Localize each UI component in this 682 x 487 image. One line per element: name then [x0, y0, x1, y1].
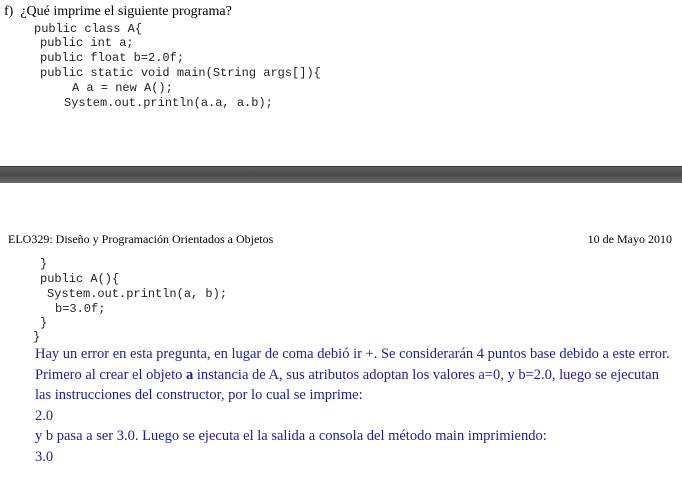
code-line: A a = new A();	[72, 81, 173, 95]
code-line: public float b=2.0f;	[40, 51, 185, 65]
code-line: }	[40, 257, 48, 271]
answer-block: Hay un error en esta pregunta, en lugar …	[35, 344, 675, 467]
code-line: b=3.0f;	[55, 302, 106, 316]
code-line: System.out.println(a.a, a.b);	[64, 96, 273, 110]
code-line: public static void main(String args[]){	[40, 66, 321, 80]
code-line: }	[40, 316, 48, 330]
code-line: System.out.println(a, b);	[47, 287, 228, 301]
answer-text: Primero al crear el objeto	[35, 366, 186, 383]
printed-value: 2.0	[35, 407, 54, 424]
answer-paragraph: Hay un error en esta pregunta, en lugar …	[35, 346, 670, 362]
page-separator	[0, 166, 682, 183]
page-date: 10 de Mayo 2010	[587, 232, 672, 246]
code-line: }	[33, 330, 41, 344]
course-title: ELO329: Diseño y Programación Orientados…	[8, 232, 274, 246]
question-text: ¿Qué imprime el siguiente programa?	[20, 4, 232, 19]
printed-value: 3.0	[35, 448, 54, 465]
answer-paragraph: y b pasa a ser 3.0. Luego se ejecuta el …	[35, 428, 547, 444]
question-heading: f) ¿Qué imprime el siguiente programa?	[4, 4, 232, 20]
code-line: public int a;	[40, 36, 134, 50]
question-label: f)	[4, 4, 14, 19]
code-line: public class A{	[34, 22, 143, 36]
code-line: public A(){	[40, 272, 120, 286]
answer-paragraph: Primero al crear el objeto a instancia d…	[35, 365, 675, 406]
